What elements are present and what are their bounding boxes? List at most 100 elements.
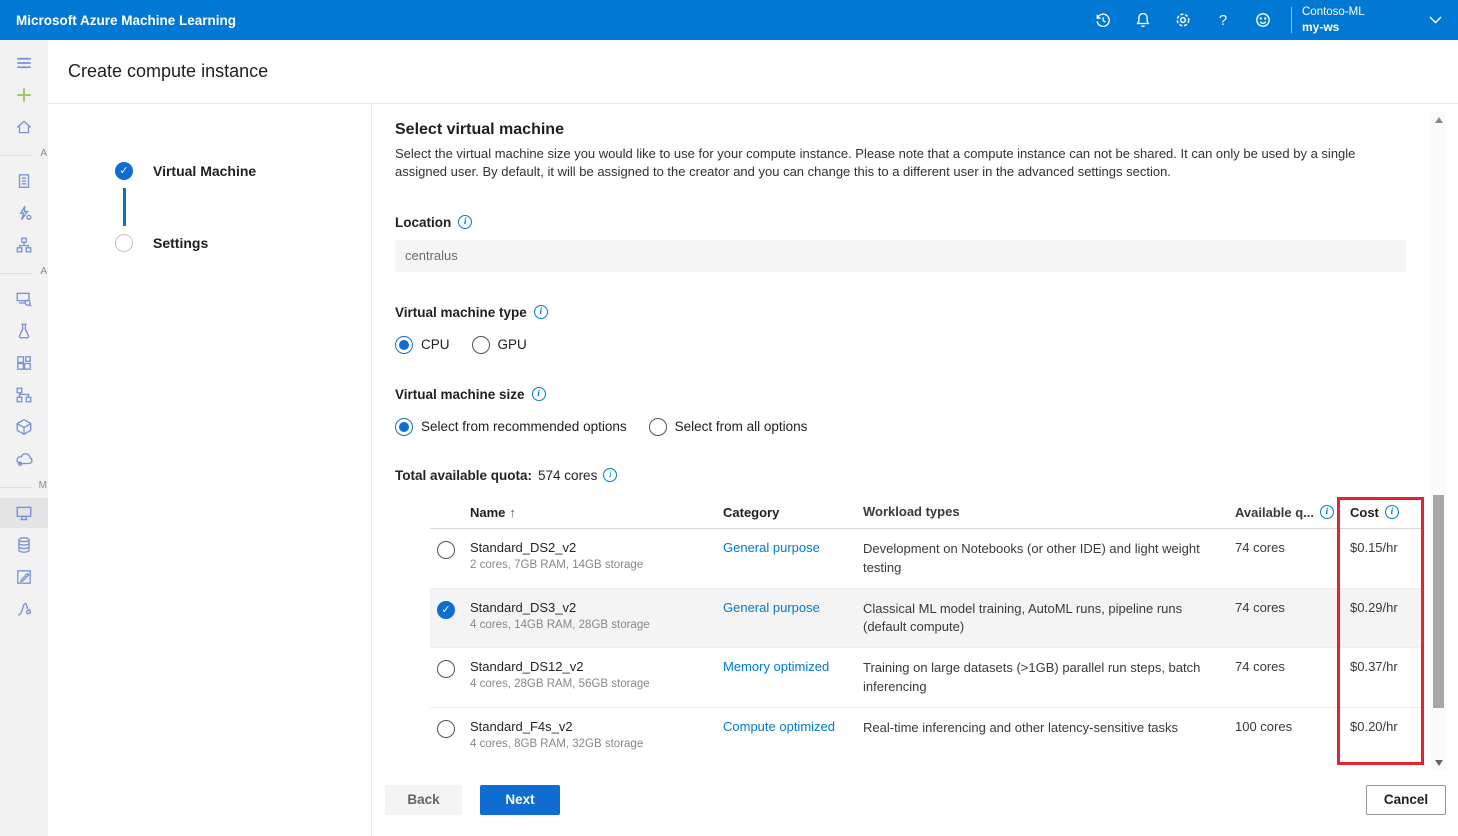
workload-text: Real-time inferencing and other latency-… xyxy=(863,719,1235,738)
radio-unselected-icon xyxy=(649,418,667,436)
row-radio[interactable] xyxy=(437,720,455,738)
step-complete-icon xyxy=(115,162,133,180)
info-icon[interactable] xyxy=(458,215,472,229)
column-header-cost[interactable]: Cost xyxy=(1335,505,1424,520)
table-row[interactable]: Standard_DS3_v2 4 cores, 14GB RAM, 28GB … xyxy=(430,589,1424,649)
info-icon[interactable] xyxy=(532,387,546,401)
cost-value: $0.20/hr xyxy=(1335,719,1424,734)
vm-size-recommended-radio[interactable]: Select from recommended options xyxy=(395,418,627,436)
endpoints-icon[interactable] xyxy=(0,444,48,474)
automated-ml-icon[interactable] xyxy=(0,198,48,228)
vm-type-gpu-radio[interactable]: GPU xyxy=(472,336,527,354)
location-field: centralus xyxy=(395,240,1406,272)
compute-icon[interactable] xyxy=(0,498,48,528)
history-icon[interactable] xyxy=(1083,0,1123,40)
environments-icon[interactable] xyxy=(0,412,48,442)
step-label: Virtual Machine xyxy=(153,163,256,179)
experiments-icon[interactable] xyxy=(0,316,48,346)
workspace-org: Contoso-ML xyxy=(1302,5,1412,19)
form-scrollbar[interactable] xyxy=(1431,112,1446,770)
next-button[interactable]: Next xyxy=(480,785,560,815)
table-row[interactable]: Standard_F4s_v2 4 cores, 8GB RAM, 32GB s… xyxy=(430,708,1424,763)
info-icon[interactable] xyxy=(603,468,617,482)
category-link[interactable]: General purpose xyxy=(723,600,820,615)
radio-selected-icon xyxy=(395,418,413,436)
designer-icon[interactable] xyxy=(0,230,48,260)
table-row[interactable]: Standard_DS2_v2 2 cores, 7GB RAM, 14GB s… xyxy=(430,529,1424,589)
step-connector xyxy=(123,188,126,226)
create-compute-instance-page: Microsoft Azure Machine Learning ? xyxy=(0,0,1458,836)
help-icon[interactable]: ? xyxy=(1203,0,1243,40)
scroll-up-icon[interactable] xyxy=(1431,112,1446,127)
vm-type-cpu-radio[interactable]: CPU xyxy=(395,336,450,354)
info-icon[interactable] xyxy=(534,305,548,319)
wizard-footer: Back Next Cancel xyxy=(372,763,1458,836)
column-header-name[interactable]: Name↑ xyxy=(470,505,723,520)
nav-section-assets: A xyxy=(0,264,48,282)
menu-icon[interactable] xyxy=(0,48,48,78)
available-quota-value: 74 cores xyxy=(1235,659,1335,674)
workspace-selector[interactable]: Contoso-ML my-ws xyxy=(1302,5,1412,34)
workspace-name: my-ws xyxy=(1302,20,1412,35)
vm-size-table: Name↑ Category Workload types Available … xyxy=(430,497,1424,763)
radio-unselected-icon xyxy=(472,336,490,354)
info-icon[interactable] xyxy=(1320,505,1334,519)
linked-services-icon[interactable] xyxy=(0,594,48,624)
vm-type-radio-group: CPU GPU xyxy=(395,336,1458,354)
cost-value: $0.15/hr xyxy=(1335,540,1424,555)
home-icon[interactable] xyxy=(0,112,48,142)
cancel-button[interactable]: Cancel xyxy=(1366,785,1446,815)
nav-section-manage: M xyxy=(0,478,48,496)
data-labeling-icon[interactable] xyxy=(0,562,48,592)
chevron-down-icon[interactable] xyxy=(1412,0,1458,40)
location-value: centralus xyxy=(405,248,458,263)
scroll-down-icon[interactable] xyxy=(1431,755,1446,770)
column-header-available-quota[interactable]: Available q... xyxy=(1235,505,1335,520)
category-link[interactable]: General purpose xyxy=(723,540,820,555)
step-virtual-machine[interactable]: Virtual Machine xyxy=(48,162,371,180)
vm-specs: 4 cores, 28GB RAM, 56GB storage xyxy=(470,678,723,690)
form-heading: Select virtual machine xyxy=(395,121,1458,139)
radio-label: Select from recommended options xyxy=(421,419,627,434)
table-row[interactable]: Standard_DS12_v2 4 cores, 28GB RAM, 56GB… xyxy=(430,648,1424,708)
available-quota-value: 74 cores xyxy=(1235,600,1335,615)
vm-name: Standard_DS2_v2 xyxy=(470,540,723,555)
category-link[interactable]: Compute optimized xyxy=(723,719,835,734)
step-label: Settings xyxy=(153,235,208,251)
quota-line: Total available quota: 574 cores xyxy=(395,468,1458,483)
new-item-icon[interactable] xyxy=(0,80,48,110)
topbar-divider xyxy=(1291,7,1292,33)
vm-size-all-options-radio[interactable]: Select from all options xyxy=(649,418,808,436)
vm-name: Standard_DS3_v2 xyxy=(470,600,723,615)
form-description: Select the virtual machine size you woul… xyxy=(395,145,1403,181)
info-icon[interactable] xyxy=(1385,505,1399,519)
vm-selection-form: Select virtual machine Select the virtua… xyxy=(372,104,1458,763)
table-header: Name↑ Category Workload types Available … xyxy=(430,497,1424,529)
location-label: Location xyxy=(395,215,451,230)
row-radio[interactable] xyxy=(437,541,455,559)
pipelines-icon[interactable] xyxy=(0,380,48,410)
back-button[interactable]: Back xyxy=(385,785,462,815)
vm-specs: 2 cores, 7GB RAM, 14GB storage xyxy=(470,559,723,571)
vm-specs: 4 cores, 8GB RAM, 32GB storage xyxy=(470,738,723,750)
row-radio-selected[interactable] xyxy=(437,601,455,619)
available-quota-value: 74 cores xyxy=(1235,540,1335,555)
column-header-category[interactable]: Category xyxy=(723,505,863,520)
feedback-icon[interactable] xyxy=(1243,0,1283,40)
notebooks-icon[interactable] xyxy=(0,166,48,196)
vm-size-label-row: Virtual machine size xyxy=(395,387,1458,402)
category-link[interactable]: Memory optimized xyxy=(723,659,829,674)
models-icon[interactable] xyxy=(0,348,48,378)
jobs-icon[interactable] xyxy=(0,284,48,314)
notifications-icon[interactable] xyxy=(1123,0,1163,40)
datastores-icon[interactable] xyxy=(0,530,48,560)
settings-icon[interactable] xyxy=(1163,0,1203,40)
scrollbar-thumb[interactable] xyxy=(1433,495,1444,708)
column-header-workload[interactable]: Workload types xyxy=(863,503,1235,522)
cost-value: $0.29/hr xyxy=(1335,600,1424,615)
radio-label: GPU xyxy=(498,337,527,352)
nav-section-author: A xyxy=(0,146,48,164)
step-settings[interactable]: Settings xyxy=(48,234,371,252)
left-nav: A A xyxy=(0,40,48,836)
row-radio[interactable] xyxy=(437,660,455,678)
